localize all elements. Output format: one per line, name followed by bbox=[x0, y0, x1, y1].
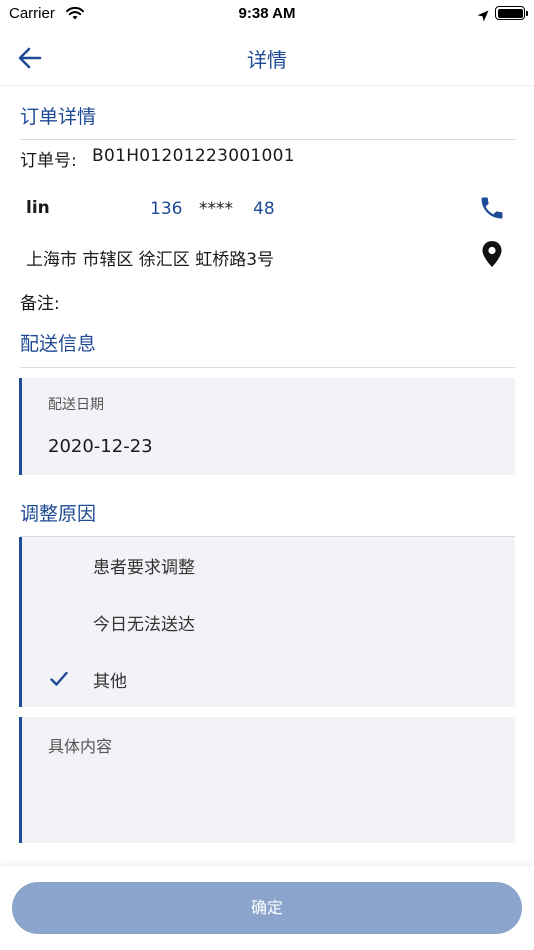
reason-section-title: 调整原因 bbox=[20, 503, 97, 525]
status-time: 9:38 AM bbox=[238, 5, 296, 22]
delivery-date-label: 配送日期 bbox=[48, 397, 104, 413]
page-title: 详情 bbox=[247, 48, 287, 72]
order-section-title: 订单详情 bbox=[20, 106, 97, 128]
checkmark-icon bbox=[50, 671, 68, 687]
location-arrow-icon bbox=[477, 7, 489, 26]
map-pin-icon[interactable] bbox=[481, 240, 503, 268]
reason-option[interactable]: 患者要求调整 bbox=[22, 537, 515, 593]
reason-option-selected[interactable]: 其他 bbox=[22, 651, 515, 707]
status-bar: Carrier 9:38 AM bbox=[0, 0, 534, 30]
reason-option-label: 今日无法送达 bbox=[93, 615, 195, 635]
detail-content-input[interactable] bbox=[48, 733, 498, 829]
reason-option-label: 患者要求调整 bbox=[93, 558, 195, 578]
delivery-date-value[interactable]: 2020-12-23 bbox=[48, 436, 153, 457]
delivery-date-field[interactable]: 配送日期 2020-12-23 bbox=[19, 378, 515, 475]
order-number-value: B01H01201223001001 bbox=[92, 146, 295, 166]
remark-label: 备注: bbox=[20, 294, 60, 314]
footer: 确定 bbox=[0, 866, 534, 950]
phone-mask: **** bbox=[199, 199, 233, 219]
phone-icon[interactable] bbox=[478, 194, 506, 222]
delivery-section-title: 配送信息 bbox=[20, 333, 97, 355]
address-text: 上海市 市辖区 徐汇区 虹桥路3号 bbox=[26, 250, 275, 270]
navigation-bar: 详情 bbox=[0, 30, 534, 86]
phone-suffix: 48 bbox=[253, 199, 275, 219]
battery-icon bbox=[495, 6, 528, 20]
divider bbox=[20, 367, 515, 368]
phone-prefix: 136 bbox=[150, 199, 183, 219]
detail-content-field bbox=[19, 717, 515, 843]
customer-name: lin bbox=[26, 198, 50, 218]
reason-option-label: 其他 bbox=[93, 672, 127, 692]
confirm-button[interactable]: 确定 bbox=[12, 882, 522, 934]
reason-option[interactable]: 今日无法送达 bbox=[22, 594, 515, 650]
reason-options: 患者要求调整 今日无法送达 其他 bbox=[19, 537, 515, 707]
order-number-label: 订单号: bbox=[20, 151, 77, 171]
divider bbox=[20, 139, 515, 140]
